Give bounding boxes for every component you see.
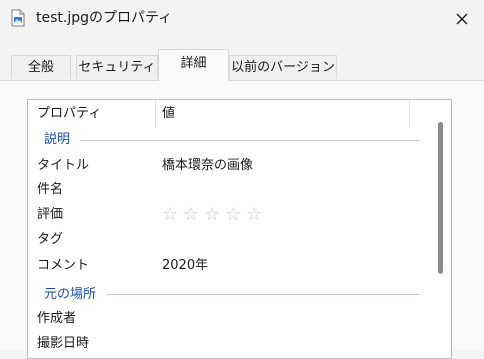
property-name: 評価 xyxy=(37,207,64,222)
tab-details[interactable]: 詳細 xyxy=(158,49,229,81)
image-file-icon xyxy=(11,9,25,27)
star-icon[interactable]: ☆ xyxy=(225,205,241,225)
tab-security[interactable]: セキュリティ xyxy=(76,55,158,79)
column-header-value[interactable]: 値 xyxy=(162,104,175,124)
column-header-property[interactable]: プロパティ xyxy=(37,104,101,124)
group-header-origin: 元の場所 xyxy=(44,287,97,302)
property-value-comment[interactable]: 2020年 xyxy=(162,257,208,275)
close-icon[interactable] xyxy=(452,9,472,29)
property-name: 作成者 xyxy=(37,311,77,326)
star-icon[interactable]: ☆ xyxy=(183,205,199,225)
star-icon[interactable]: ☆ xyxy=(246,205,262,225)
tab-bar: 全般 セキュリティ 詳細 以前のバージョン xyxy=(0,49,484,81)
window-title: test.jpgのプロパティ xyxy=(36,10,173,26)
star-icon[interactable]: ☆ xyxy=(162,205,178,225)
property-name: タグ xyxy=(37,232,64,247)
star-icon[interactable]: ☆ xyxy=(204,205,220,225)
group-divider xyxy=(80,140,420,141)
property-value-title[interactable]: 橋本環奈の画像 xyxy=(162,157,253,175)
scrollbar-thumb[interactable] xyxy=(438,122,443,274)
group-divider xyxy=(106,294,420,295)
tab-previous-versions[interactable]: 以前のバージョン xyxy=(229,55,337,79)
property-name: コメント xyxy=(37,258,90,273)
tab-general[interactable]: 全般 xyxy=(11,55,71,79)
property-name: 撮影日時 xyxy=(37,336,90,351)
column-separator[interactable] xyxy=(155,100,156,128)
property-name: タイトル xyxy=(37,158,90,173)
column-separator[interactable] xyxy=(409,100,410,128)
properties-list[interactable] xyxy=(27,99,452,359)
property-name: 件名 xyxy=(37,182,64,197)
title-bar: test.jpgのプロパティ xyxy=(0,0,484,44)
group-header-description: 説明 xyxy=(44,132,71,147)
